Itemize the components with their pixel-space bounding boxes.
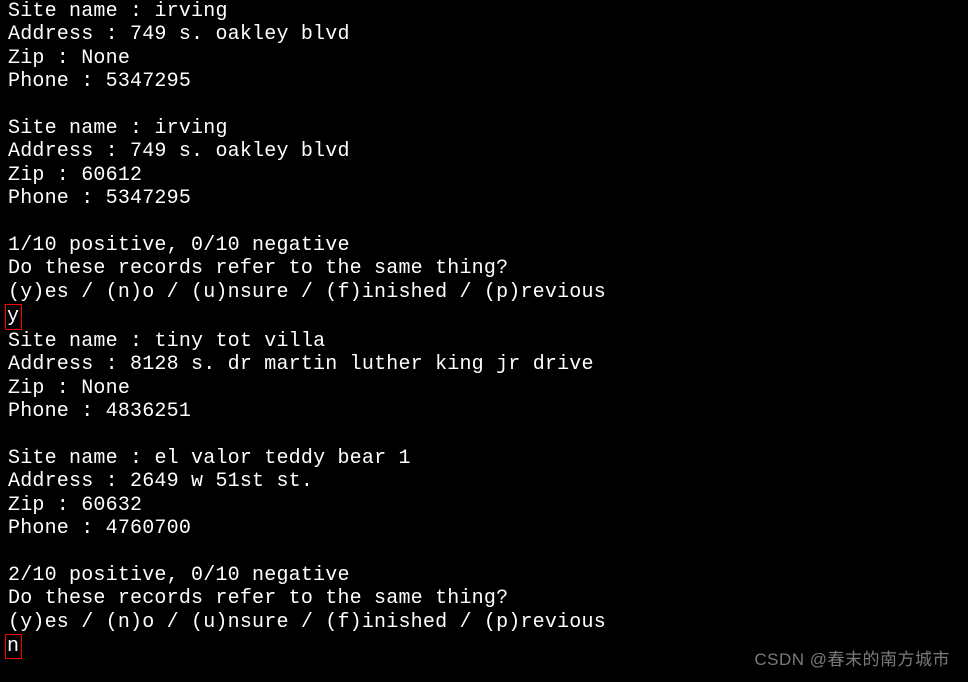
record-line: Address : 749 s. oakley blvd (8, 140, 350, 163)
score-line: 1/10 positive, 0/10 negative (8, 234, 350, 257)
prompt-options: (y)es / (n)o / (u)nsure / (f)inished / (… (8, 611, 606, 634)
record-line: Address : 8128 s. dr martin luther king … (8, 353, 594, 376)
user-answer-input[interactable]: n (5, 634, 22, 659)
record-line: Site name : el valor teddy bear 1 (8, 447, 411, 470)
prompt-options: (y)es / (n)o / (u)nsure / (f)inished / (… (8, 281, 606, 304)
record-line: Site name : irving (8, 117, 228, 140)
record-line: Zip : 60612 (8, 164, 142, 187)
user-answer-input[interactable]: y (5, 304, 22, 329)
record-line: Phone : 4836251 (8, 400, 191, 423)
record-line: Site name : irving (8, 0, 228, 23)
record-line: Phone : 4760700 (8, 517, 191, 540)
record-line: Zip : None (8, 47, 130, 70)
record-line: Address : 2649 w 51st st. (8, 470, 313, 493)
prompt-question: Do these records refer to the same thing… (8, 587, 508, 610)
record-line: Phone : 5347295 (8, 70, 191, 93)
prompt-question: Do these records refer to the same thing… (8, 257, 508, 280)
record-line: Phone : 5347295 (8, 187, 191, 210)
record-line: Site name : tiny tot villa (8, 330, 325, 353)
record-line: Zip : None (8, 377, 130, 400)
record-line: Address : 749 s. oakley blvd (8, 23, 350, 46)
terminal-output: Site name : irving Address : 749 s. oakl… (0, 0, 968, 659)
score-line: 2/10 positive, 0/10 negative (8, 564, 350, 587)
record-line: Zip : 60632 (8, 494, 142, 517)
